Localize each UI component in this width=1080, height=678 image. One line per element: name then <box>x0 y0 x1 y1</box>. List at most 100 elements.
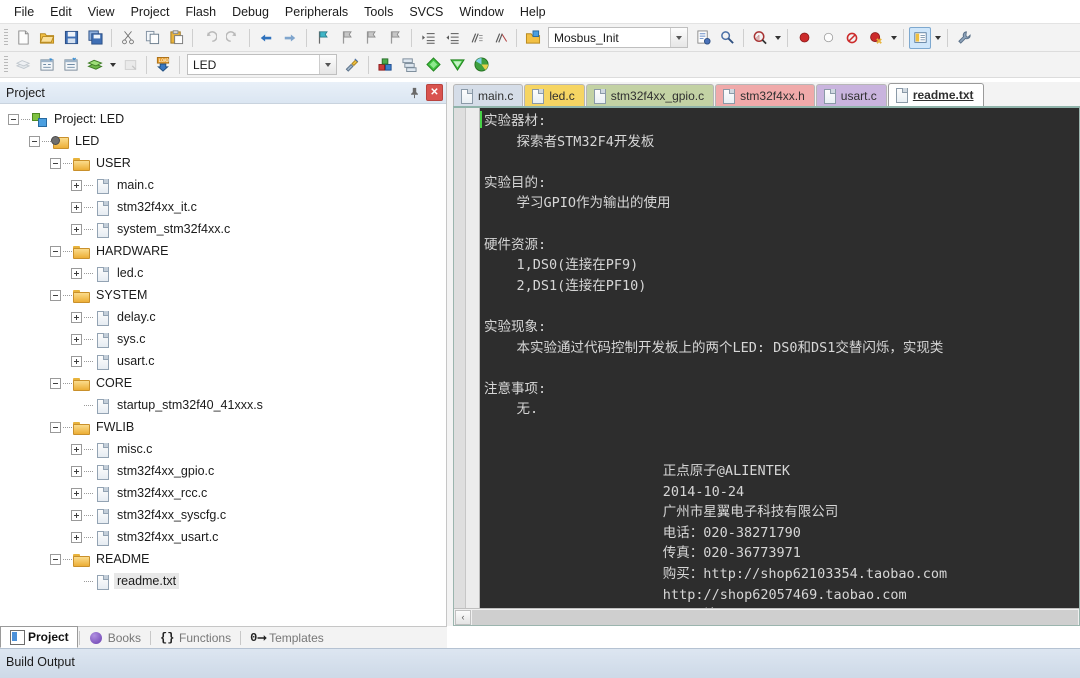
new-file-icon[interactable] <box>12 27 34 49</box>
tree-expander-icon[interactable] <box>71 466 82 477</box>
editor-text-area[interactable]: 实验器材: 探索者STM32F4开发板 实验目的: 学习GPIO作为输出的使用 … <box>480 108 1079 608</box>
build-target-icon[interactable] <box>36 54 58 76</box>
manage-multi-project-icon[interactable] <box>398 54 420 76</box>
editor-tabstrip[interactable]: main.cled.cstm32f4xx_gpio.cstm32f4xx.hus… <box>447 82 1080 106</box>
redo-icon[interactable] <box>222 27 244 49</box>
menu-item-peripherals[interactable]: Peripherals <box>277 2 356 22</box>
save-icon[interactable] <box>60 27 82 49</box>
tree-item-led[interactable]: LED <box>0 130 446 152</box>
editor-tab-usart-c[interactable]: usart.c <box>816 84 887 106</box>
insert-include-icon[interactable] <box>692 27 714 49</box>
kill-all-breakpoints-icon[interactable] <box>865 27 887 49</box>
editor-tab-stm32f4xx-h[interactable]: stm32f4xx.h <box>715 84 815 106</box>
tree-expander-icon[interactable] <box>29 136 40 147</box>
menu-item-edit[interactable]: Edit <box>42 2 80 22</box>
menu-item-file[interactable]: File <box>6 2 42 22</box>
toggle-bookmark-icon[interactable] <box>312 27 334 49</box>
tree-expander-icon[interactable] <box>71 180 82 191</box>
tree-expander-icon[interactable] <box>71 510 82 521</box>
paste-icon[interactable] <box>165 27 187 49</box>
stop-build-icon[interactable] <box>119 54 141 76</box>
indent-icon[interactable] <box>417 27 439 49</box>
find-in-files-icon[interactable] <box>716 27 738 49</box>
run-to-main-icon[interactable] <box>422 54 444 76</box>
project-panel-tabs[interactable]: ProjectBooks{}Functions0⭢Templates <box>0 626 447 648</box>
tree-item-stm32f4xx-syscfg-c[interactable]: stm32f4xx_syscfg.c <box>0 504 446 526</box>
editor-gutter[interactable] <box>454 108 480 608</box>
comment-icon[interactable] <box>465 27 487 49</box>
tree-expander-icon[interactable] <box>50 246 61 257</box>
menu-item-debug[interactable]: Debug <box>224 2 277 22</box>
configure-target-icon[interactable] <box>953 27 975 49</box>
editor-tab-readme-txt[interactable]: readme.txt <box>888 83 984 106</box>
tree-expander-icon[interactable] <box>71 268 82 279</box>
tree-expander-icon[interactable] <box>71 224 82 235</box>
download-to-flash-icon[interactable]: LOAD <box>152 54 174 76</box>
save-all-icon[interactable] <box>84 27 106 49</box>
tree-item-system[interactable]: SYSTEM <box>0 284 446 306</box>
manage-windows-icon[interactable] <box>909 27 931 49</box>
tree-item-led-c[interactable]: led.c <box>0 262 446 284</box>
options-for-target-icon[interactable] <box>341 54 363 76</box>
tree-item-stm32f4xx-usart-c[interactable]: stm32f4xx_usart.c <box>0 526 446 548</box>
tree-expander-icon[interactable] <box>71 312 82 323</box>
copy-icon[interactable] <box>141 27 163 49</box>
previous-bookmark-icon[interactable] <box>336 27 358 49</box>
tree-item-user[interactable]: USER <box>0 152 446 174</box>
next-bookmark-icon[interactable] <box>360 27 382 49</box>
editor-tab-stm32f4xx-gpio-c[interactable]: stm32f4xx_gpio.c <box>586 84 714 106</box>
uncomment-icon[interactable] <box>489 27 511 49</box>
tree-expander-icon[interactable] <box>50 422 61 433</box>
function-navigation-combo[interactable]: Mosbus_Init <box>548 27 688 48</box>
breakpoints-dropdown-icon[interactable] <box>888 27 899 49</box>
manage-windows-dropdown-icon[interactable] <box>932 27 943 49</box>
scroll-left-icon[interactable]: ‹ <box>455 610 471 625</box>
panel-tab-templates[interactable]: 0⭢Templates <box>242 627 332 648</box>
disable-all-breakpoints-icon[interactable] <box>841 27 863 49</box>
chevron-down-icon[interactable] <box>670 28 687 47</box>
manage-project-items-icon[interactable] <box>374 54 396 76</box>
tree-item-main-c[interactable]: main.c <box>0 174 446 196</box>
menu-item-window[interactable]: Window <box>451 2 511 22</box>
close-icon[interactable]: ✕ <box>426 84 443 101</box>
batch-build-dropdown-icon[interactable] <box>107 54 118 76</box>
tree-item-stm32f4xx-it-c[interactable]: stm32f4xx_it.c <box>0 196 446 218</box>
project-tree[interactable]: Project: LEDLEDUSERmain.cstm32f4xx_it.cs… <box>0 104 446 626</box>
tree-expander-icon[interactable] <box>8 114 19 125</box>
tree-expander-icon[interactable] <box>71 444 82 455</box>
tree-item-project-led[interactable]: Project: LED <box>0 108 446 130</box>
tree-expander-icon[interactable] <box>50 290 61 301</box>
outdent-icon[interactable] <box>441 27 463 49</box>
chevron-down-icon[interactable] <box>319 55 336 74</box>
open-file-icon[interactable] <box>36 27 58 49</box>
menu-item-flash[interactable]: Flash <box>177 2 224 22</box>
insert-breakpoint-icon[interactable] <box>793 27 815 49</box>
tree-item-usart-c[interactable]: usart.c <box>0 350 446 372</box>
pin-icon[interactable] <box>406 84 423 101</box>
tree-item-system-stm32f4xx-c[interactable]: system_stm32f4xx.c <box>0 218 446 240</box>
panel-tab-books[interactable]: Books <box>81 627 149 648</box>
tree-expander-icon[interactable] <box>71 334 82 345</box>
tree-item-startup-stm32f40-41xxx-s[interactable]: startup_stm32f40_41xxx.s <box>0 394 446 416</box>
clear-bookmarks-icon[interactable] <box>384 27 406 49</box>
tree-item-stm32f4xx-gpio-c[interactable]: stm32f4xx_gpio.c <box>0 460 446 482</box>
target-selector-combo[interactable]: LED <box>187 54 337 75</box>
menu-item-svcs[interactable]: SVCS <box>401 2 451 22</box>
tree-item-misc-c[interactable]: misc.c <box>0 438 446 460</box>
tree-expander-icon[interactable] <box>50 554 61 565</box>
rebuild-all-icon[interactable] <box>60 54 82 76</box>
tree-expander-icon[interactable] <box>71 488 82 499</box>
editor-tab-led-c[interactable]: led.c <box>524 84 584 106</box>
editor-tab-main-c[interactable]: main.c <box>453 84 523 106</box>
tree-expander-icon[interactable] <box>71 532 82 543</box>
tree-item-stm32f4xx-rcc-c[interactable]: stm32f4xx_rcc.c <box>0 482 446 504</box>
open-project-icon[interactable] <box>522 27 544 49</box>
translate-file-icon[interactable] <box>12 54 34 76</box>
tree-item-hardware[interactable]: HARDWARE <box>0 240 446 262</box>
pack-installer-icon[interactable] <box>446 54 468 76</box>
panel-tab-project[interactable]: Project <box>0 626 78 648</box>
tree-expander-icon[interactable] <box>50 158 61 169</box>
toolbar-grip[interactable] <box>4 56 8 74</box>
tree-item-readme-txt[interactable]: readme.txt <box>0 570 446 592</box>
toolbar-grip[interactable] <box>4 29 8 47</box>
